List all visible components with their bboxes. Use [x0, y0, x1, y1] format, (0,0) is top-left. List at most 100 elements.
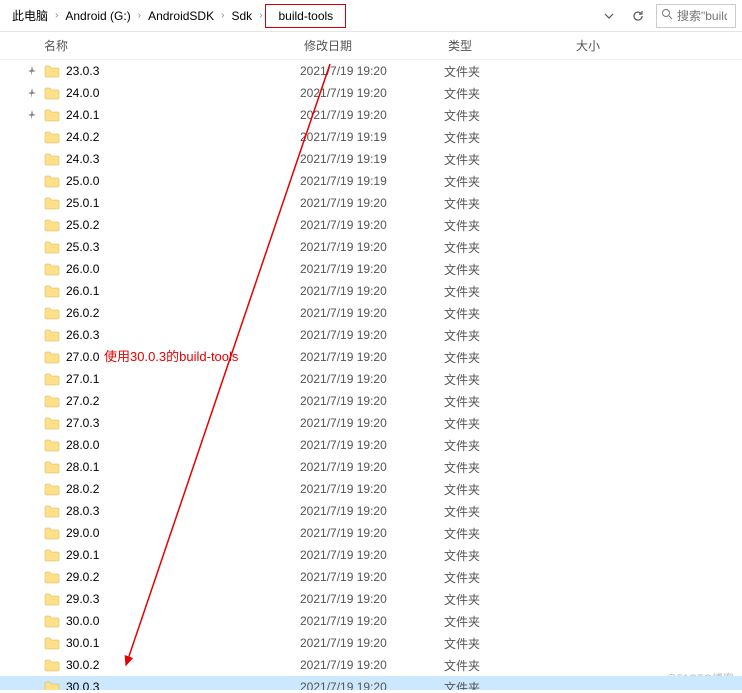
folder-icon [44, 328, 60, 342]
table-row[interactable]: 27.0.02021/7/19 19:20文件夹 [0, 346, 742, 368]
cell-date: 2021/7/19 19:20 [300, 482, 444, 496]
table-row[interactable]: 26.0.12021/7/19 19:20文件夹 [0, 280, 742, 302]
crumb-drive[interactable]: Android (G:) [59, 4, 136, 28]
folder-icon [44, 438, 60, 452]
cell-type: 文件夹 [444, 657, 572, 674]
folder-icon [44, 482, 60, 496]
col-header-date[interactable]: 修改日期 [304, 37, 448, 54]
cell-type: 文件夹 [444, 591, 572, 608]
chevron-right-icon[interactable]: › [258, 10, 263, 21]
table-row[interactable]: 29.0.02021/7/19 19:20文件夹 [0, 522, 742, 544]
table-row[interactable]: 30.0.02021/7/19 19:20文件夹 [0, 610, 742, 632]
cell-type: 文件夹 [444, 327, 572, 344]
folder-icon [44, 108, 60, 122]
search-box[interactable] [656, 4, 736, 28]
table-row[interactable]: 26.0.32021/7/19 19:20文件夹 [0, 324, 742, 346]
cell-type: 文件夹 [444, 349, 572, 366]
table-row[interactable]: 30.0.32021/7/19 19:20文件夹 [0, 676, 742, 690]
table-row[interactable]: 28.0.32021/7/19 19:20文件夹 [0, 500, 742, 522]
cell-date: 2021/7/19 19:20 [300, 328, 444, 342]
pin-icon [20, 88, 44, 98]
toolbar: 此电脑 › Android (G:) › AndroidSDK › Sdk › … [0, 0, 742, 32]
table-row[interactable]: 30.0.12021/7/19 19:20文件夹 [0, 632, 742, 654]
cell-name: 26.0.1 [44, 284, 300, 298]
table-row[interactable]: 25.0.12021/7/19 19:20文件夹 [0, 192, 742, 214]
search-input[interactable] [677, 9, 727, 23]
cell-name: 24.0.1 [44, 108, 300, 122]
cell-date: 2021/7/19 19:20 [300, 218, 444, 232]
folder-icon [44, 130, 60, 144]
table-row[interactable]: 28.0.22021/7/19 19:20文件夹 [0, 478, 742, 500]
cell-date: 2021/7/19 19:20 [300, 350, 444, 364]
table-row[interactable]: 25.0.02021/7/19 19:19文件夹 [0, 170, 742, 192]
table-row[interactable]: 28.0.12021/7/19 19:20文件夹 [0, 456, 742, 478]
table-row[interactable]: 25.0.32021/7/19 19:20文件夹 [0, 236, 742, 258]
table-row[interactable]: 27.0.32021/7/19 19:20文件夹 [0, 412, 742, 434]
table-row[interactable]: 26.0.22021/7/19 19:20文件夹 [0, 302, 742, 324]
cell-name: 29.0.0 [44, 526, 300, 540]
cell-name: 24.0.2 [44, 130, 300, 144]
cell-date: 2021/7/19 19:20 [300, 64, 444, 78]
cell-date: 2021/7/19 19:20 [300, 614, 444, 628]
table-row[interactable]: 29.0.22021/7/19 19:20文件夹 [0, 566, 742, 588]
cell-name: 25.0.0 [44, 174, 300, 188]
table-row[interactable]: 27.0.12021/7/19 19:20文件夹 [0, 368, 742, 390]
cell-date: 2021/7/19 19:20 [300, 86, 444, 100]
crumb-sdk[interactable]: Sdk [225, 4, 258, 28]
table-row[interactable]: 30.0.22021/7/19 19:20文件夹 [0, 654, 742, 676]
table-row[interactable]: 28.0.02021/7/19 19:20文件夹 [0, 434, 742, 456]
table-row[interactable]: 29.0.32021/7/19 19:20文件夹 [0, 588, 742, 610]
cell-date: 2021/7/19 19:20 [300, 372, 444, 386]
table-row[interactable]: 27.0.22021/7/19 19:20文件夹 [0, 390, 742, 412]
cell-date: 2021/7/19 19:20 [300, 592, 444, 606]
cell-type: 文件夹 [444, 239, 572, 256]
col-header-type[interactable]: 类型 [448, 37, 576, 54]
cell-date: 2021/7/19 19:20 [300, 416, 444, 430]
cell-name: 28.0.0 [44, 438, 300, 452]
crumb-build-tools[interactable]: build-tools [265, 4, 346, 28]
cell-date: 2021/7/19 19:20 [300, 284, 444, 298]
table-row[interactable]: 25.0.22021/7/19 19:20文件夹 [0, 214, 742, 236]
table-row[interactable]: 24.0.22021/7/19 19:19文件夹 [0, 126, 742, 148]
folder-icon [44, 262, 60, 276]
folder-icon [44, 592, 60, 606]
cell-date: 2021/7/19 19:20 [300, 196, 444, 210]
cell-name: 27.0.1 [44, 372, 300, 386]
cell-type: 文件夹 [444, 63, 572, 80]
folder-icon [44, 372, 60, 386]
cell-name: 24.0.0 [44, 86, 300, 100]
cell-name: 27.0.3 [44, 416, 300, 430]
search-icon [661, 8, 673, 23]
table-row[interactable]: 23.0.32021/7/19 19:20文件夹 [0, 60, 742, 82]
refresh-button[interactable] [624, 4, 652, 28]
cell-date: 2021/7/19 19:20 [300, 680, 444, 690]
cell-name: 25.0.2 [44, 218, 300, 232]
crumb-pc[interactable]: 此电脑 [6, 4, 54, 28]
cell-type: 文件夹 [444, 305, 572, 322]
cell-date: 2021/7/19 19:20 [300, 570, 444, 584]
pin-icon [20, 66, 44, 76]
table-row[interactable]: 26.0.02021/7/19 19:20文件夹 [0, 258, 742, 280]
cell-type: 文件夹 [444, 613, 572, 630]
col-header-name[interactable]: 名称 [44, 37, 304, 54]
folder-icon [44, 64, 60, 78]
cell-name: 28.0.3 [44, 504, 300, 518]
col-header-size[interactable]: 大小 [576, 37, 656, 54]
table-row[interactable]: 24.0.12021/7/19 19:20文件夹 [0, 104, 742, 126]
column-headers: 名称 修改日期 类型 大小 [0, 32, 742, 60]
table-row[interactable]: 24.0.32021/7/19 19:19文件夹 [0, 148, 742, 170]
cell-type: 文件夹 [444, 679, 572, 691]
cell-type: 文件夹 [444, 393, 572, 410]
folder-icon [44, 460, 60, 474]
cell-name: 27.0.0 [44, 350, 300, 364]
cell-type: 文件夹 [444, 195, 572, 212]
file-list[interactable]: 使用30.0.3的build-tools @51CTO博客 23.0.32021… [0, 60, 742, 690]
table-row[interactable]: 24.0.02021/7/19 19:20文件夹 [0, 82, 742, 104]
crumb-sdk-root[interactable]: AndroidSDK [142, 4, 220, 28]
breadcrumb-dropdown-button[interactable] [598, 5, 620, 27]
cell-name: 29.0.3 [44, 592, 300, 606]
cell-name: 29.0.1 [44, 548, 300, 562]
folder-icon [44, 658, 60, 672]
table-row[interactable]: 29.0.12021/7/19 19:20文件夹 [0, 544, 742, 566]
breadcrumb[interactable]: 此电脑 › Android (G:) › AndroidSDK › Sdk › … [6, 4, 590, 28]
